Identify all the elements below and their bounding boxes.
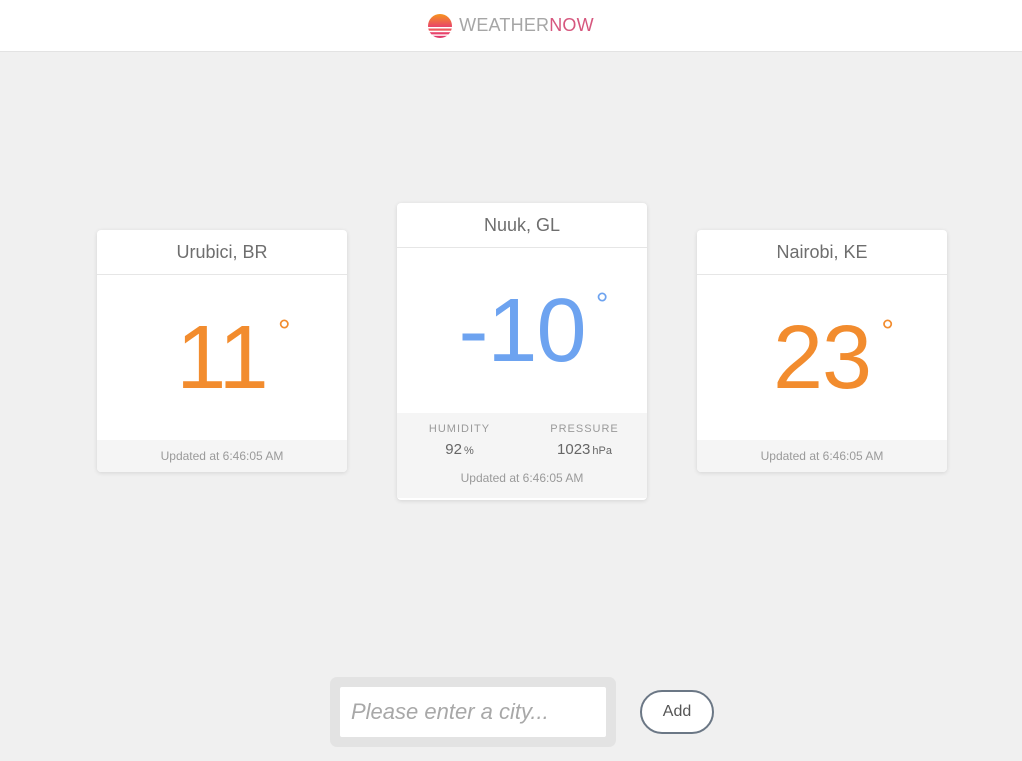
sunset-icon <box>428 13 453 38</box>
city-search-input[interactable] <box>340 687 606 737</box>
city-name: Urubici, BR <box>97 230 347 275</box>
add-city-button[interactable]: Add <box>640 690 714 734</box>
temperature-display: 23 ° <box>697 275 947 440</box>
pressure-label: PRESSURE <box>550 423 619 435</box>
humidity-value-row: 92% <box>397 441 522 458</box>
weather-card-nuuk[interactable]: Nuuk, GL -10 ° HUMIDITY 92% PRESSURE 1023… <box>397 203 647 500</box>
updated-time: Updated at 6:46:05 AM <box>697 440 947 472</box>
temperature-number: 11 <box>176 307 268 408</box>
brand-name-now: NOW <box>549 15 594 35</box>
brand-logo[interactable]: WEATHERNOW <box>428 13 594 38</box>
pressure-stat: PRESSURE 1023 hPa <box>522 423 647 458</box>
temperature-value: 11 ° <box>176 313 290 403</box>
pressure-unit: hPa <box>592 445 612 457</box>
weather-details: HUMIDITY 92% PRESSURE 1023 hPa Updated at… <box>397 413 647 498</box>
updated-time: Updated at 6:46:05 AM <box>97 440 347 472</box>
city-search-container <box>330 677 616 747</box>
humidity-stat: HUMIDITY 92% <box>397 423 522 458</box>
brand-name: WEATHERNOW <box>459 15 594 36</box>
humidity-label: HUMIDITY <box>428 423 491 435</box>
pressure-value-row: 1023 hPa <box>522 441 647 458</box>
degree-symbol: ° <box>881 312 894 349</box>
weather-card-urubici[interactable]: Urubici, BR 11 ° Updated at 6:46:05 AM <box>97 230 347 472</box>
pressure-value: 1023 <box>557 441 591 458</box>
degree-symbol: ° <box>595 285 609 322</box>
weather-card-nairobi[interactable]: Nairobi, KE 23 ° Updated at 6:46:05 AM <box>697 230 947 472</box>
temperature-value: -10 ° <box>458 286 608 376</box>
updated-time: Updated at 6:46:05 AM <box>460 471 584 485</box>
city-name: Nairobi, KE <box>697 230 947 275</box>
temperature-display: 11 ° <box>97 275 347 440</box>
city-name: Nuuk, GL <box>397 203 647 248</box>
app-header: WEATHERNOW <box>0 0 1022 52</box>
humidity-unit: % <box>463 445 474 457</box>
humidity-value: 92 <box>445 441 462 458</box>
temperature-display: -10 ° <box>397 248 647 413</box>
temperature-value: 23 ° <box>773 313 894 403</box>
temperature-number: 23 <box>772 307 872 408</box>
stats-row: HUMIDITY 92% PRESSURE 1023 hPa <box>397 423 647 458</box>
temperature-number: -10 <box>458 280 586 381</box>
degree-symbol: ° <box>277 312 291 349</box>
brand-name-weather: WEATHER <box>459 15 550 35</box>
